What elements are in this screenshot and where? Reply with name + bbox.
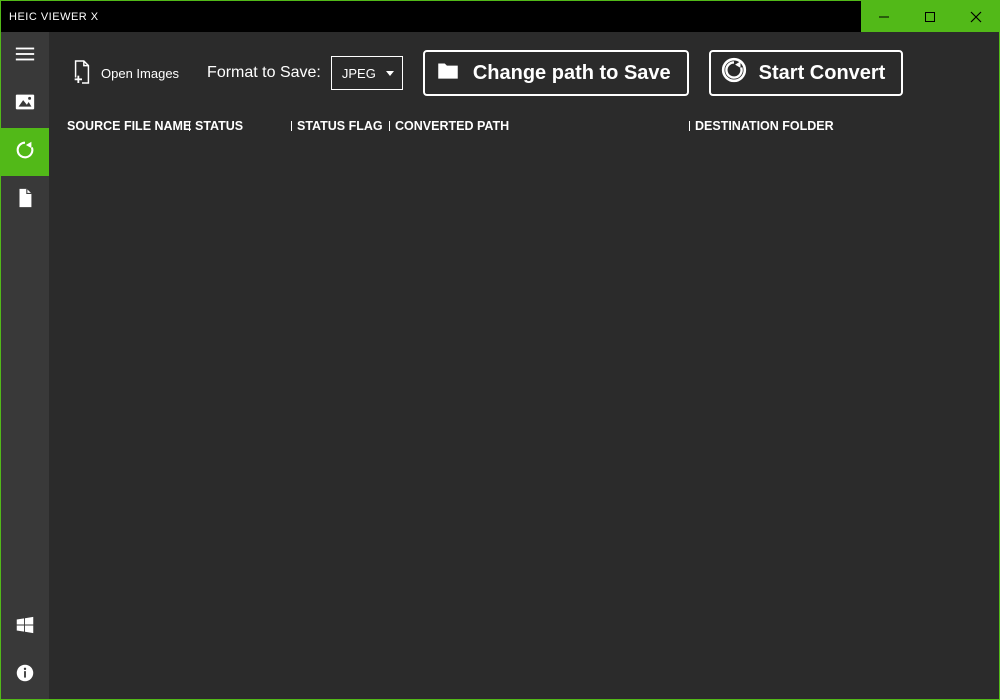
close-button[interactable]	[953, 1, 999, 32]
column-converted-path[interactable]: CONVERTED PATH	[395, 119, 695, 133]
table-header: SOURCE FILE NAME STATUS STATUS FLAG CONV…	[49, 114, 999, 138]
maximize-button[interactable]	[907, 1, 953, 32]
folder-icon	[435, 57, 461, 89]
format-selected-value: JPEG	[342, 66, 376, 81]
main-panel: Open Images Format to Save: JPEG Change …	[49, 32, 999, 699]
format-select[interactable]: JPEG	[331, 56, 403, 90]
sidebar-image[interactable]	[1, 80, 49, 128]
start-convert-button[interactable]: Start Convert	[709, 50, 904, 96]
image-icon	[14, 91, 36, 118]
toolbar: Open Images Format to Save: JPEG Change …	[49, 32, 999, 114]
file-icon	[14, 187, 36, 214]
format-to-save-label: Format to Save:	[199, 64, 321, 82]
start-convert-icon	[721, 57, 747, 89]
sidebar-info[interactable]	[1, 651, 49, 699]
column-status[interactable]: STATUS	[195, 119, 297, 133]
sidebar-convert[interactable]	[1, 128, 49, 176]
window-controls	[861, 1, 999, 32]
column-source-file-name[interactable]: SOURCE FILE NAME	[67, 119, 195, 133]
open-images-label: Open Images	[101, 66, 179, 81]
open-images-button[interactable]: Open Images	[71, 59, 179, 88]
menu-icon	[14, 43, 36, 70]
chevron-down-icon	[386, 71, 394, 76]
table-body-empty	[49, 138, 999, 699]
column-status-flag[interactable]: STATUS FLAG	[297, 119, 395, 133]
sidebar-menu[interactable]	[1, 32, 49, 80]
start-convert-label: Start Convert	[759, 62, 886, 85]
app-window: HEIC VIEWER X	[0, 0, 1000, 700]
sidebar-windows[interactable]	[1, 603, 49, 651]
sidebar-file[interactable]	[1, 176, 49, 224]
open-images-icon	[71, 59, 93, 88]
convert-icon	[14, 139, 36, 166]
minimize-button[interactable]	[861, 1, 907, 32]
change-path-label: Change path to Save	[473, 62, 671, 85]
window-title: HEIC VIEWER X	[1, 1, 99, 32]
windows-icon	[14, 614, 36, 641]
sidebar	[1, 32, 49, 699]
column-destination-folder[interactable]: DESTINATION FOLDER	[695, 119, 999, 133]
change-path-button[interactable]: Change path to Save	[423, 50, 689, 96]
info-icon	[14, 662, 36, 689]
titlebar: HEIC VIEWER X	[1, 1, 999, 32]
